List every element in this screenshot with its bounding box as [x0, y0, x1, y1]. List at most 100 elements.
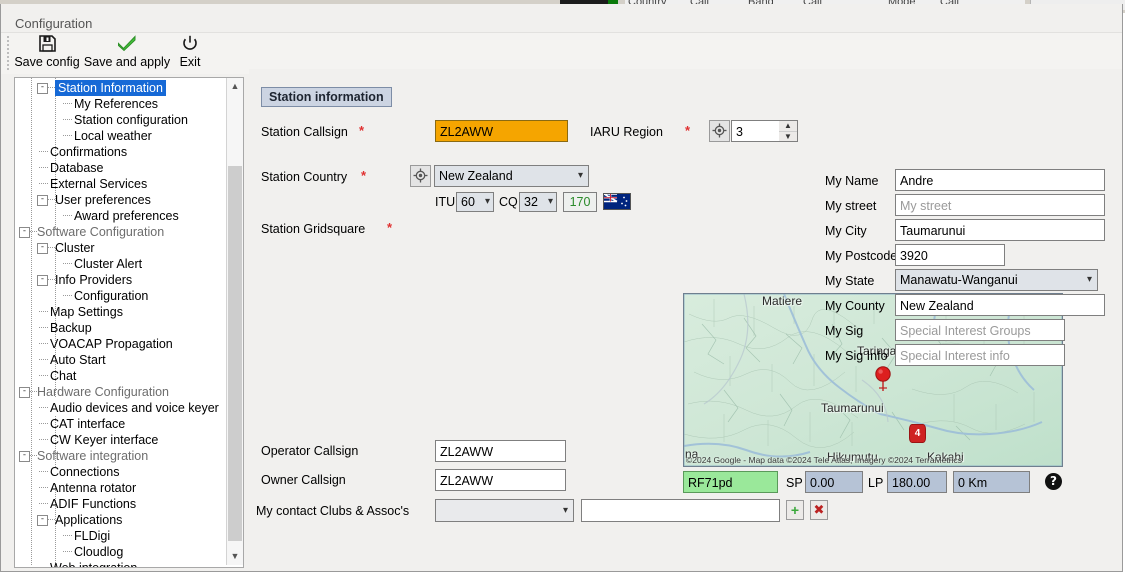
tree-expander-icon[interactable]: - — [19, 451, 30, 462]
tree-item-label: CAT interface — [50, 417, 126, 431]
tree-item-antenna-rotator[interactable]: Antenna rotator — [15, 480, 225, 496]
tree-connector — [63, 535, 72, 536]
tree-item-configuration[interactable]: Configuration — [15, 288, 225, 304]
tree-item-adif-functions[interactable]: ADIF Functions — [15, 496, 225, 512]
tree-item-web-integration[interactable]: Web integration — [15, 560, 225, 567]
tree-expander-icon[interactable]: - — [37, 515, 48, 526]
scrollbar-thumb[interactable] — [228, 166, 242, 541]
navigation-tree[interactable]: - Station Information My References Station… — [15, 80, 225, 567]
personal-input-my-name[interactable]: Andre — [895, 169, 1105, 191]
tree-item-station-configuration[interactable]: Station configuration — [15, 112, 225, 128]
tree-item-voacap-propagation[interactable]: VOACAP Propagation — [15, 336, 225, 352]
tree-connector — [39, 343, 48, 344]
scroll-up-icon[interactable]: ▲ — [227, 78, 243, 95]
tree-connector — [63, 103, 72, 104]
tree-item-confirmations[interactable]: Confirmations — [15, 144, 225, 160]
tree-item-audio-devices-and-voice-keyer[interactable]: Audio devices and voice keyer — [15, 400, 225, 416]
tree-item-local-weather[interactable]: Local weather — [15, 128, 225, 144]
tree-item-applications[interactable]: - Applications — [15, 512, 225, 528]
tree-expander-icon[interactable]: - — [37, 275, 48, 286]
help-icon[interactable]: ? — [1045, 473, 1062, 490]
toolbar-grip[interactable] — [7, 36, 9, 72]
clubs-text-input[interactable] — [581, 499, 780, 522]
personal-input-my-county[interactable]: New Zealand — [895, 294, 1105, 316]
save-and-apply-button[interactable]: Save and apply — [83, 35, 171, 69]
tree-expander-icon[interactable]: - — [37, 83, 48, 94]
tree-item-software-configuration[interactable]: - Software Configuration — [15, 224, 225, 240]
tree-item-label: Software integration — [37, 449, 149, 463]
tree-item-label: Station configuration — [74, 113, 188, 127]
gridsquare-input[interactable]: RF71pd — [683, 471, 778, 493]
iaru-region-spinner[interactable]: ▲ ▼ — [779, 120, 798, 142]
tree-connector — [39, 407, 48, 408]
tree-item-user-preferences[interactable]: - User preferences — [15, 192, 225, 208]
tree-connector — [39, 471, 48, 472]
tree-item-cw-keyer-interface[interactable]: CW Keyer interface — [15, 432, 225, 448]
personal-input-my-street[interactable]: My street — [895, 194, 1105, 216]
tree-item-award-preferences[interactable]: Award preferences — [15, 208, 225, 224]
green-check-icon — [83, 35, 171, 55]
delete-club-button[interactable]: ✖ — [810, 500, 828, 520]
navigation-tree-panel[interactable]: - Station Information My References Station… — [14, 77, 244, 568]
tree-item-label: Cluster Alert — [74, 257, 143, 271]
personal-label-my-sig: My Sig — [825, 324, 864, 338]
cq-select[interactable]: 32 ▾ — [519, 192, 557, 212]
tree-item-label: Chat — [50, 369, 77, 383]
iaru-region-input[interactable]: 3 — [731, 120, 779, 142]
tree-expander-icon[interactable]: - — [37, 195, 48, 206]
itu-value: 60 — [461, 195, 475, 209]
tree-item-info-providers[interactable]: - Info Providers — [15, 272, 225, 288]
personal-input-my-city[interactable]: Taumarunui — [895, 219, 1105, 241]
add-club-button[interactable]: + — [786, 500, 804, 520]
station-callsign-input[interactable]: ZL2AWW — [435, 120, 568, 142]
tree-expander-icon[interactable]: - — [19, 387, 30, 398]
save-config-button[interactable]: Save config — [13, 35, 81, 69]
tree-item-auto-start[interactable]: Auto Start — [15, 352, 225, 368]
tree-item-cluster-alert[interactable]: Cluster Alert — [15, 256, 225, 272]
tree-item-label: Audio devices and voice keyer — [50, 401, 219, 415]
owner-callsign-input[interactable]: ZL2AWW — [435, 469, 566, 491]
tree-connector — [63, 119, 72, 120]
personal-select-my-state[interactable]: Manawatu-Wanganui ▾ — [895, 269, 1098, 291]
tree-item-software-integration[interactable]: - Software integration — [15, 448, 225, 464]
spinner-down-icon[interactable]: ▼ — [779, 131, 797, 142]
itu-select[interactable]: 60 ▾ — [456, 192, 494, 212]
operator-callsign-input[interactable]: ZL2AWW — [435, 440, 566, 462]
tree-item-map-settings[interactable]: Map Settings — [15, 304, 225, 320]
tree-item-label: FLDigi — [74, 529, 111, 543]
tree-item-chat[interactable]: Chat — [15, 368, 225, 384]
iaru-target-icon-button[interactable] — [709, 120, 730, 142]
tree-connector — [63, 263, 72, 264]
personal-input-my-postcode[interactable]: 3920 — [895, 244, 1005, 266]
tree-item-external-services[interactable]: External Services — [15, 176, 225, 192]
scroll-down-icon[interactable]: ▼ — [227, 548, 243, 565]
tree-item-cat-interface[interactable]: CAT interface — [15, 416, 225, 432]
tree-item-station-information[interactable]: - Station Information — [15, 80, 225, 96]
personal-input-my-sig[interactable]: Special Interest Groups — [895, 319, 1065, 341]
tree-expander-icon[interactable]: - — [19, 227, 30, 238]
exit-button[interactable]: Exit — [173, 35, 207, 69]
toolbar: Save config Save and apply Exit — [1, 33, 1122, 74]
personal-input-my-sig-info[interactable]: Special Interest info — [895, 344, 1065, 366]
red-map-pin[interactable] — [874, 366, 892, 392]
tree-item-hardware-configuration[interactable]: - Hardware Configuration — [15, 384, 225, 400]
tree-item-connections[interactable]: Connections — [15, 464, 225, 480]
tree-item-database[interactable]: Database — [15, 160, 225, 176]
tree-item-my-references[interactable]: My References — [15, 96, 225, 112]
tree-item-label: Award preferences — [74, 209, 179, 223]
tree-item-label: Applications — [55, 513, 123, 527]
station-country-select[interactable]: New Zealand ▾ — [434, 165, 589, 187]
tree-item-cloudlog[interactable]: Cloudlog — [15, 544, 225, 560]
cq-value: 32 — [524, 195, 538, 209]
tree-connector — [39, 423, 48, 424]
tree-item-cluster[interactable]: - Cluster — [15, 240, 225, 256]
tree-item-backup[interactable]: Backup — [15, 320, 225, 336]
tree-connector — [39, 151, 48, 152]
itu-chevron-down-icon: ▾ — [484, 196, 490, 207]
tree-expander-icon[interactable]: - — [37, 243, 48, 254]
country-target-icon-button[interactable] — [410, 165, 431, 187]
spinner-up-icon[interactable]: ▲ — [779, 121, 797, 131]
tree-item-fldigi[interactable]: FLDigi — [15, 528, 225, 544]
clubs-select[interactable]: ▾ — [435, 499, 574, 522]
tree-scrollbar[interactable]: ▲ ▼ — [226, 78, 243, 565]
